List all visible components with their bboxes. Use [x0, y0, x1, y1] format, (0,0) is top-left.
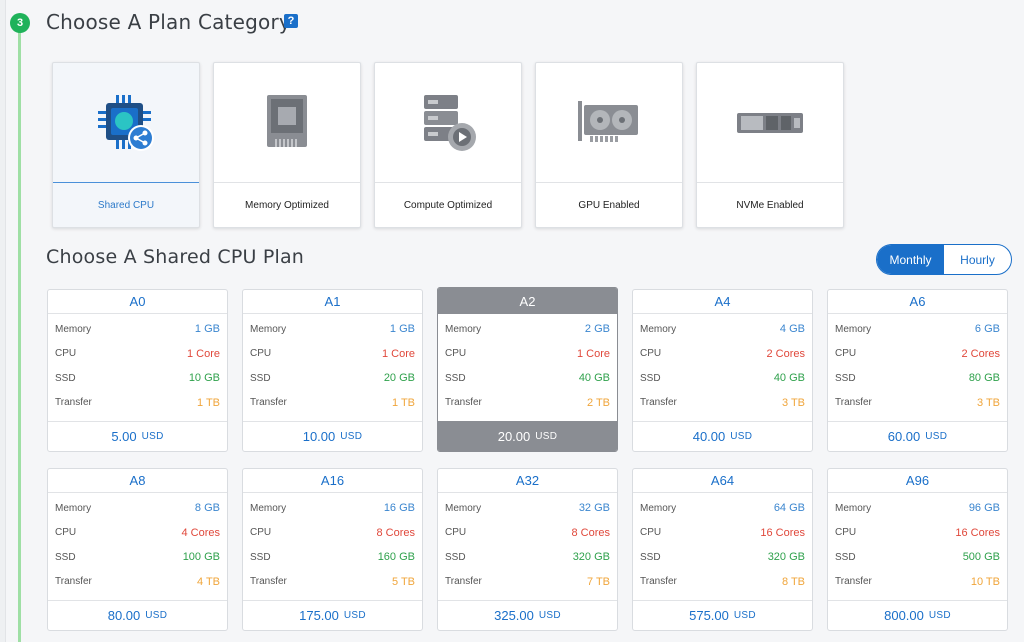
- category-card-nvme-enabled[interactable]: NVMe Enabled: [696, 62, 844, 228]
- spec-memory: Memory 96 GB: [835, 502, 1000, 515]
- spec-transfer: Transfer 3 TB: [835, 396, 1000, 409]
- plan-price: 325.00 USD: [438, 600, 617, 630]
- spec-cpu: CPU 2 Cores: [835, 347, 1000, 360]
- gpu-card-icon: [578, 100, 638, 142]
- category-section-title: Choose A Plan Category: [46, 10, 291, 34]
- spec-ssd: SSD 100 GB: [55, 551, 220, 564]
- spec-transfer: Transfer 1 TB: [250, 396, 415, 409]
- spec-ssd: SSD 20 GB: [250, 372, 415, 385]
- spec-cpu: CPU 4 Cores: [55, 526, 220, 539]
- plan-name: A2: [438, 288, 617, 314]
- spec-transfer: Transfer 5 TB: [250, 575, 415, 588]
- spec-cpu: CPU 1 Core: [55, 347, 220, 360]
- plan-card-a96[interactable]: A96 Memory 96 GB CPU 16 Cores SSD 500 GB Tr…: [827, 468, 1008, 631]
- spec-cpu: CPU 2 Cores: [640, 347, 805, 360]
- plan-card-a1[interactable]: A1 Memory 1 GB CPU 1 Core SSD 20 GB Transfe…: [242, 289, 423, 452]
- spec-ssd: SSD 10 GB: [55, 372, 220, 385]
- spec-transfer: Transfer 4 TB: [55, 575, 220, 588]
- plan-price: 175.00 USD: [243, 600, 422, 630]
- plan-card-a0[interactable]: A0 Memory 1 GB CPU 1 Core SSD 10 GB Transfe…: [47, 289, 228, 452]
- plan-name: A64: [633, 469, 812, 493]
- spec-transfer: Transfer 10 TB: [835, 575, 1000, 588]
- plan-card-a8[interactable]: A8 Memory 8 GB CPU 4 Cores SSD 100 GB Trans…: [47, 468, 228, 631]
- spec-memory: Memory 64 GB: [640, 502, 805, 515]
- plan-price: 40.00 USD: [633, 421, 812, 451]
- spec-ssd: SSD 80 GB: [835, 372, 1000, 385]
- plan-grid: A0 Memory 1 GB CPU 1 Core SSD 10 GB Transfe…: [47, 287, 1008, 631]
- plan-name: A4: [633, 290, 812, 314]
- plan-name: A6: [828, 290, 1007, 314]
- plan-card-a32[interactable]: A32 Memory 32 GB CPU 8 Cores SSD 320 GB Tra…: [437, 468, 618, 631]
- nvme-drive-icon: [737, 112, 803, 133]
- plan-card-a64[interactable]: A64 Memory 64 GB CPU 16 Cores SSD 320 GB Tr…: [632, 468, 813, 631]
- category-label: GPU Enabled: [578, 200, 640, 211]
- category-label: Compute Optimized: [403, 200, 493, 211]
- spec-memory: Memory 2 GB: [445, 323, 610, 336]
- spec-ssd: SSD 40 GB: [640, 372, 805, 385]
- spec-memory: Memory 1 GB: [55, 323, 220, 336]
- category-label: Shared CPU: [97, 200, 155, 211]
- plan-name: A32: [438, 469, 617, 493]
- plan-price: 575.00 USD: [633, 600, 812, 630]
- category-card-shared-cpu[interactable]: Shared CPU: [52, 62, 200, 228]
- spec-memory: Memory 16 GB: [250, 502, 415, 515]
- memory-chip-icon: [267, 94, 307, 147]
- spec-memory: Memory 8 GB: [55, 502, 220, 515]
- step-progress-line: [18, 30, 21, 642]
- plan-price: 800.00 USD: [828, 600, 1007, 630]
- plan-card-a4[interactable]: A4 Memory 4 GB CPU 2 Cores SSD 40 GB Transf…: [632, 289, 813, 452]
- plan-price: 20.00 USD: [438, 421, 617, 451]
- spec-cpu: CPU 8 Cores: [445, 526, 610, 539]
- spec-ssd: SSD 40 GB: [445, 372, 610, 385]
- billing-toggle: Monthly Hourly: [876, 244, 1012, 275]
- spec-ssd: SSD 160 GB: [250, 551, 415, 564]
- spec-cpu: CPU 16 Cores: [640, 526, 805, 539]
- spec-cpu: CPU 1 Core: [250, 347, 415, 360]
- hourly-toggle-button[interactable]: Hourly: [944, 245, 1011, 274]
- category-card-gpu-enabled[interactable]: GPU Enabled: [535, 62, 683, 228]
- category-label: NVMe Enabled: [736, 200, 804, 211]
- plan-section-title: Choose A Shared CPU Plan: [46, 246, 305, 268]
- shared-cpu-icon: [98, 94, 154, 151]
- plan-card-a6[interactable]: A6 Memory 6 GB CPU 2 Cores SSD 80 GB Transf…: [827, 289, 1008, 452]
- step-badge: 3: [10, 13, 30, 33]
- plan-price: 80.00 USD: [48, 600, 227, 630]
- plan-price: 10.00 USD: [243, 421, 422, 451]
- plan-name: A16: [243, 469, 422, 493]
- spec-cpu: CPU 1 Core: [445, 347, 610, 360]
- plan-price: 60.00 USD: [828, 421, 1007, 451]
- category-card-memory-optimized[interactable]: Memory Optimized: [213, 62, 361, 228]
- plan-card-a2[interactable]: A2 Memory 2 GB CPU 1 Core SSD 40 GB Transfe…: [437, 287, 618, 452]
- plan-name: A1: [243, 290, 422, 314]
- spec-ssd: SSD 320 GB: [640, 551, 805, 564]
- plan-name: A0: [48, 290, 227, 314]
- plan-name: A8: [48, 469, 227, 493]
- server-gear-icon: [424, 94, 476, 151]
- spec-cpu: CPU 16 Cores: [835, 526, 1000, 539]
- spec-transfer: Transfer 3 TB: [640, 396, 805, 409]
- spec-memory: Memory 4 GB: [640, 323, 805, 336]
- spec-transfer: Transfer 7 TB: [445, 575, 610, 588]
- spec-transfer: Transfer 2 TB: [445, 396, 610, 409]
- spec-memory: Memory 32 GB: [445, 502, 610, 515]
- spec-transfer: Transfer 8 TB: [640, 575, 805, 588]
- spec-memory: Memory 6 GB: [835, 323, 1000, 336]
- category-list: Shared CPU Memory Optimized Compute Opti…: [52, 62, 844, 228]
- plan-price: 5.00 USD: [48, 421, 227, 451]
- spec-ssd: SSD 500 GB: [835, 551, 1000, 564]
- help-icon[interactable]: ?: [284, 14, 298, 28]
- spec-ssd: SSD 320 GB: [445, 551, 610, 564]
- spec-cpu: CPU 8 Cores: [250, 526, 415, 539]
- monthly-toggle-button[interactable]: Monthly: [877, 245, 944, 274]
- spec-transfer: Transfer 1 TB: [55, 396, 220, 409]
- spec-memory: Memory 1 GB: [250, 323, 415, 336]
- left-panel-edge: [0, 0, 6, 642]
- plan-name: A96: [828, 469, 1007, 493]
- category-label: Memory Optimized: [245, 200, 329, 211]
- category-card-compute-optimized[interactable]: Compute Optimized: [374, 62, 522, 228]
- plan-card-a16[interactable]: A16 Memory 16 GB CPU 8 Cores SSD 160 GB Tra…: [242, 468, 423, 631]
